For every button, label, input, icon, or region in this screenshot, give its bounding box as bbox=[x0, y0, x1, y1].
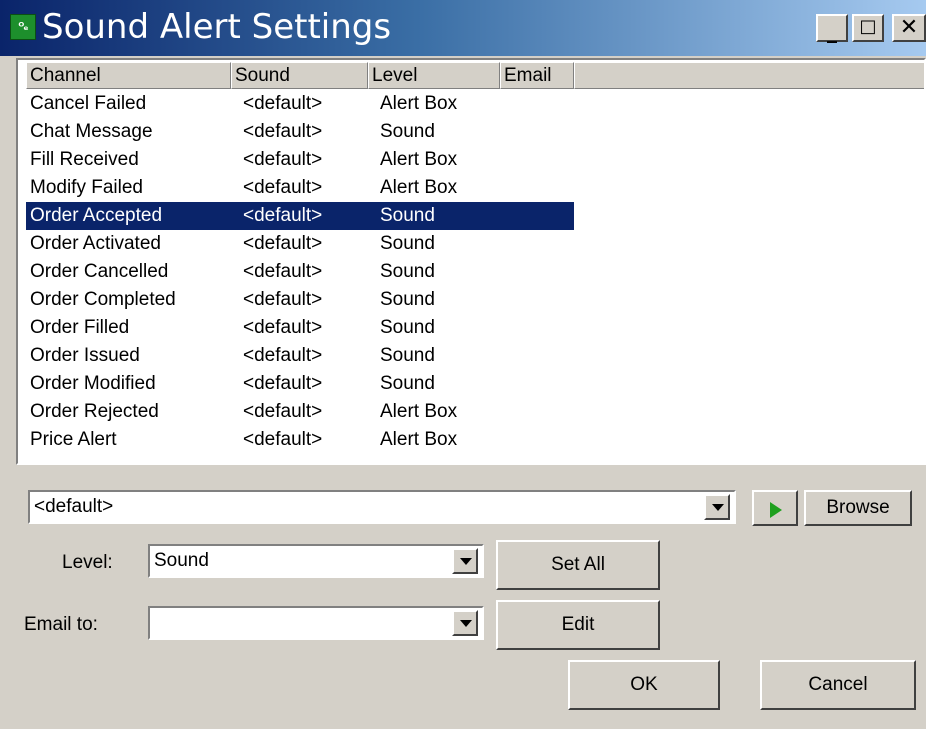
cell-level: Sound bbox=[380, 205, 435, 226]
table-row[interactable]: Order Cancelled <default> Sound bbox=[26, 258, 574, 286]
level-combo-value: Sound bbox=[154, 550, 209, 571]
table-row[interactable]: Order Rejected <default> Alert Box bbox=[26, 398, 574, 426]
cell-channel: Price Alert bbox=[30, 429, 117, 450]
table-row[interactable]: Order Modified <default> Sound bbox=[26, 370, 574, 398]
play-icon bbox=[770, 502, 782, 518]
cancel-button[interactable]: Cancel bbox=[760, 660, 916, 710]
cell-channel: Order Activated bbox=[30, 233, 161, 254]
minimize-button[interactable]: _ bbox=[816, 14, 848, 43]
table-row[interactable]: Order Issued <default> Sound bbox=[26, 342, 574, 370]
column-header-level[interactable]: Level bbox=[368, 62, 500, 89]
cell-channel: Order Rejected bbox=[30, 401, 159, 422]
cell-level: Sound bbox=[380, 317, 435, 338]
table-row[interactable]: Order Activated <default> Sound bbox=[26, 230, 574, 258]
cell-level: Sound bbox=[380, 373, 435, 394]
cell-sound: <default> bbox=[243, 93, 323, 114]
cell-level: Sound bbox=[380, 121, 435, 142]
column-header-email[interactable]: Email bbox=[500, 62, 574, 89]
cell-channel: Cancel Failed bbox=[30, 93, 147, 114]
table-row[interactable]: Order Accepted <default> Sound bbox=[26, 202, 574, 230]
table-row[interactable]: Order Completed <default> Sound bbox=[26, 286, 574, 314]
cell-sound: <default> bbox=[243, 289, 323, 310]
cell-channel: Modify Failed bbox=[30, 177, 143, 198]
window-title: Sound Alert Settings bbox=[42, 7, 392, 47]
cell-level: Sound bbox=[380, 345, 435, 366]
table-row[interactable]: Chat Message <default> Sound bbox=[26, 118, 574, 146]
cell-level: Sound bbox=[380, 233, 435, 254]
table-row[interactable]: Cancel Failed <default> Alert Box bbox=[26, 90, 574, 118]
cell-sound: <default> bbox=[243, 345, 323, 366]
email-to-label: Email to: bbox=[24, 614, 98, 635]
cell-channel: Chat Message bbox=[30, 121, 153, 142]
cell-channel: Order Filled bbox=[30, 317, 130, 338]
column-header-sound[interactable]: Sound bbox=[231, 62, 368, 89]
browse-button[interactable]: Browse bbox=[804, 490, 912, 526]
cell-sound: <default> bbox=[243, 121, 323, 142]
play-sound-button[interactable] bbox=[752, 490, 798, 526]
email-dropdown-arrow-icon[interactable] bbox=[452, 610, 478, 636]
cell-level: Sound bbox=[380, 289, 435, 310]
edit-button[interactable]: Edit bbox=[496, 600, 660, 650]
cell-sound: <default> bbox=[243, 149, 323, 170]
cell-channel: Fill Received bbox=[30, 149, 139, 170]
ok-button[interactable]: OK bbox=[568, 660, 720, 710]
cell-sound: <default> bbox=[243, 233, 323, 254]
cell-channel: Order Completed bbox=[30, 289, 176, 310]
cell-sound: <default> bbox=[243, 317, 323, 338]
table-row[interactable]: Price Alert <default> Alert Box bbox=[26, 426, 574, 454]
cell-sound: <default> bbox=[243, 401, 323, 422]
level-dropdown-arrow-icon[interactable] bbox=[452, 548, 478, 574]
cell-sound: <default> bbox=[243, 177, 323, 198]
cell-channel: Order Modified bbox=[30, 373, 156, 394]
set-all-button[interactable]: Set All bbox=[496, 540, 660, 590]
sound-dropdown-arrow-icon[interactable] bbox=[704, 494, 730, 520]
close-button[interactable]: ✕ bbox=[892, 14, 926, 42]
cell-channel: Order Accepted bbox=[30, 205, 163, 226]
level-label: Level: bbox=[62, 552, 113, 573]
cell-level: Alert Box bbox=[380, 401, 458, 422]
table-row[interactable]: Modify Failed <default> Alert Box bbox=[26, 174, 574, 202]
cell-channel: Order Issued bbox=[30, 345, 140, 366]
list-rows: Cancel Failed <default> Alert Box Chat Mess… bbox=[26, 90, 574, 454]
column-header-filler bbox=[574, 62, 924, 89]
cell-level: Alert Box bbox=[380, 429, 458, 450]
table-row[interactable]: Order Filled <default> Sound bbox=[26, 314, 574, 342]
table-row[interactable]: Fill Received <default> Alert Box bbox=[26, 146, 574, 174]
cell-sound: <default> bbox=[243, 373, 323, 394]
column-header-channel[interactable]: Channel bbox=[26, 62, 231, 89]
sound-combo[interactable]: <default> bbox=[28, 490, 736, 524]
cell-sound: <default> bbox=[243, 205, 323, 226]
level-combo[interactable]: Sound bbox=[148, 544, 484, 578]
app-icon: ᴼₑ bbox=[10, 14, 36, 40]
title-bar: ᴼₑ Sound Alert Settings _ □ ✕ bbox=[0, 0, 926, 56]
cell-level: Alert Box bbox=[380, 177, 458, 198]
maximize-button[interactable]: □ bbox=[852, 14, 884, 42]
cell-level: Sound bbox=[380, 261, 435, 282]
channel-list[interactable]: Channel Sound Level Email Cancel Failed <… bbox=[16, 58, 926, 465]
email-combo[interactable] bbox=[148, 606, 484, 640]
cell-sound: <default> bbox=[243, 261, 323, 282]
cell-channel: Order Cancelled bbox=[30, 261, 169, 282]
cell-sound: <default> bbox=[243, 429, 323, 450]
sound-combo-value: <default> bbox=[34, 496, 114, 517]
cell-level: Alert Box bbox=[380, 149, 458, 170]
cell-level: Alert Box bbox=[380, 93, 458, 114]
